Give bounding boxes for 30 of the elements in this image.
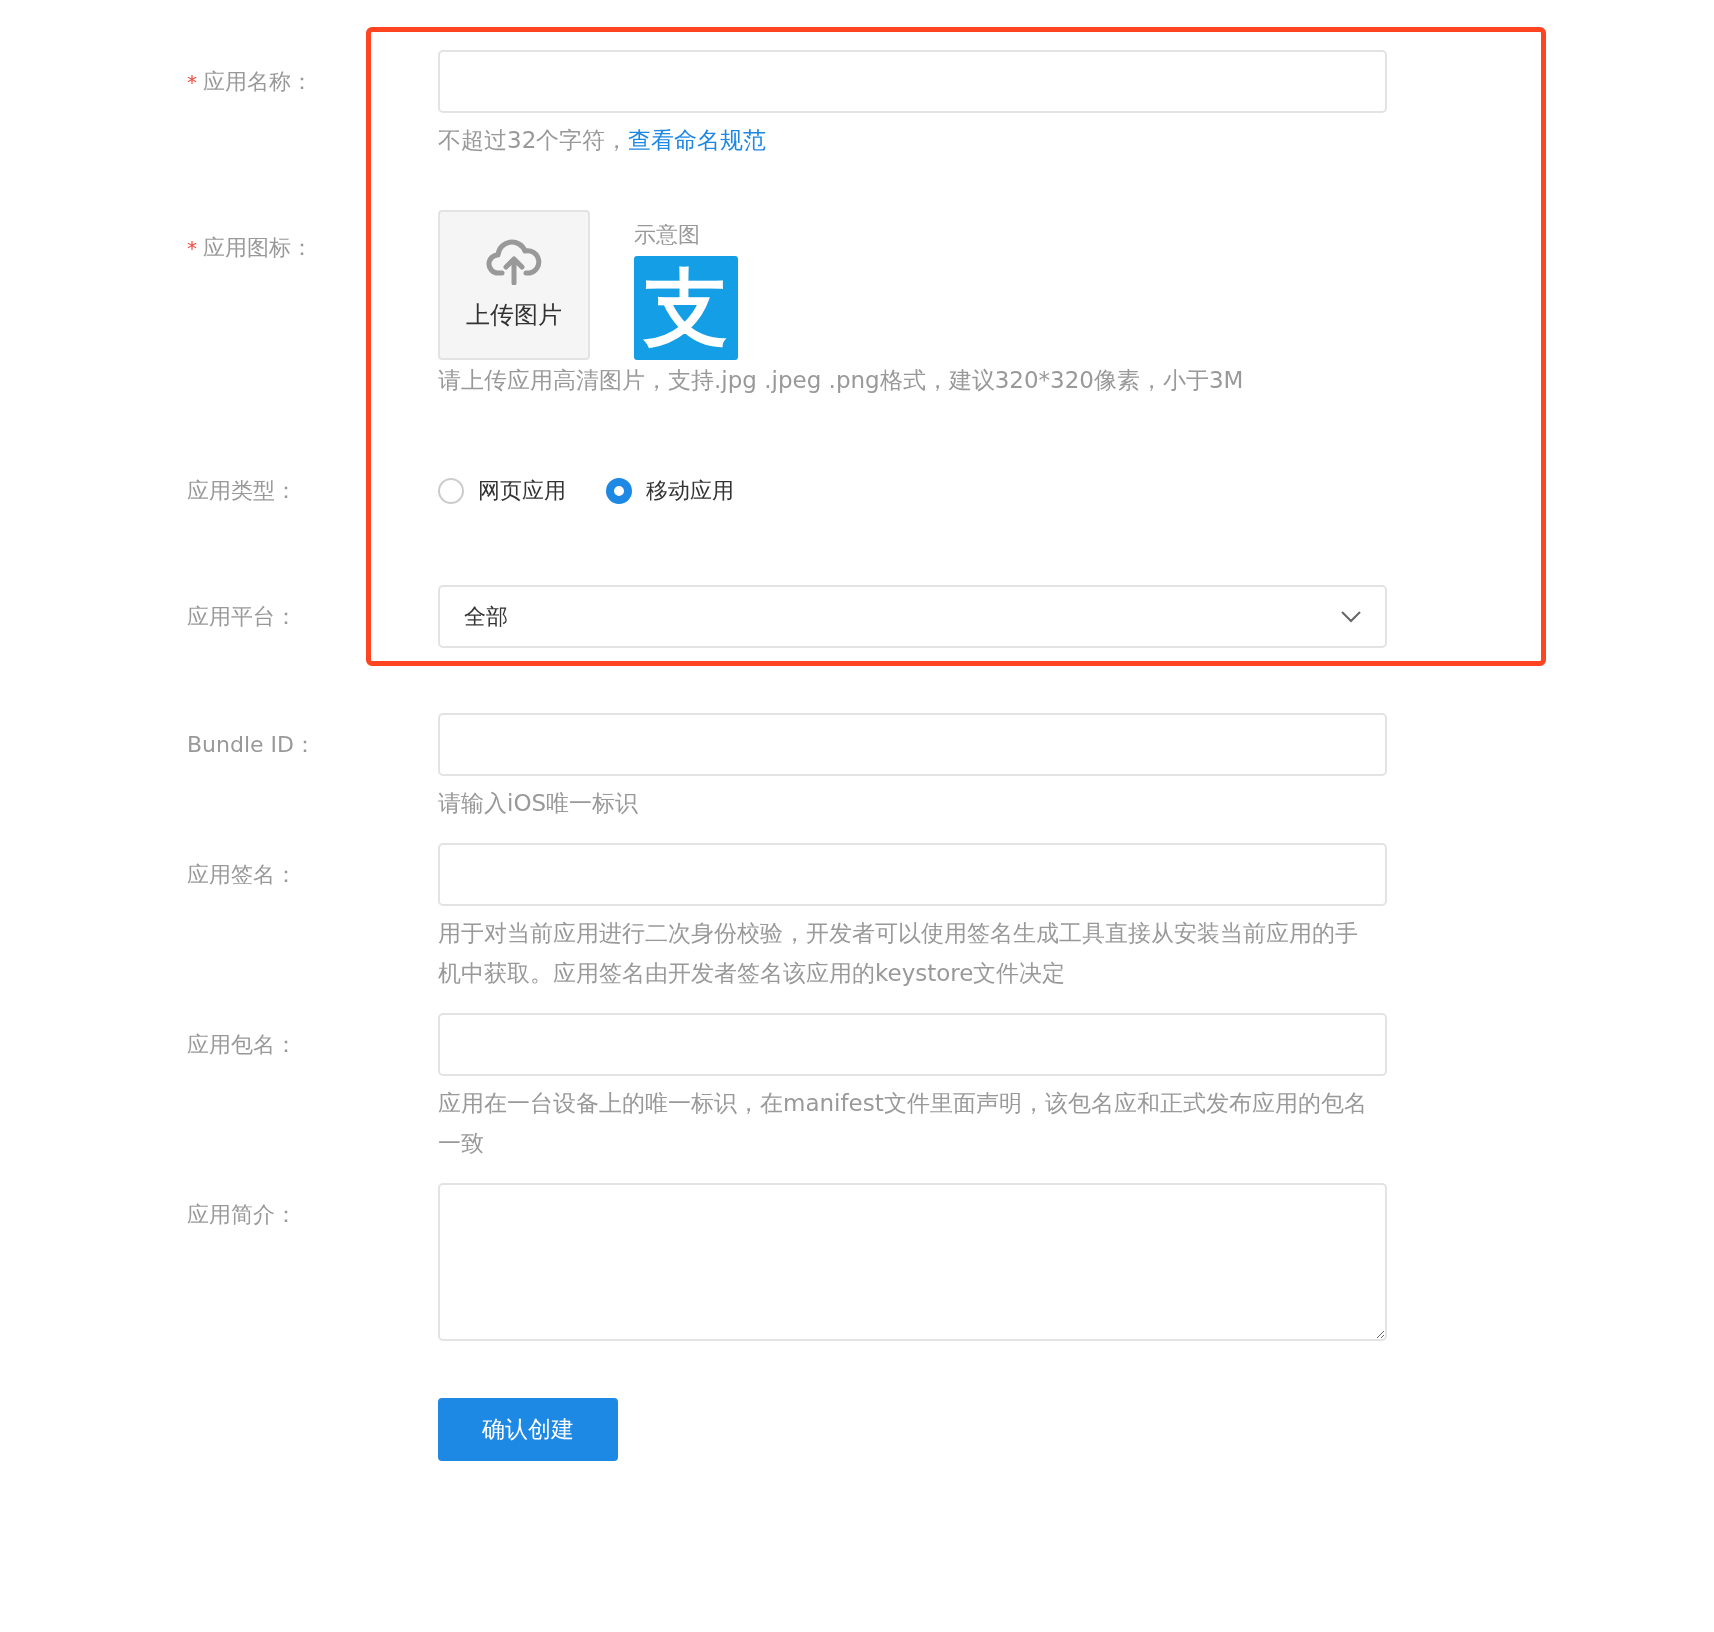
- field-label: * 应用名称：: [187, 68, 314, 96]
- field-label: 应用类型：: [187, 477, 298, 505]
- field-hint: 用于对当前应用进行二次身份校验，开发者可以使用签名生成工具直接从安装当前应用的手机中获取。应用签名由开发者签名该应用的keystore文件决定: [438, 919, 1359, 988]
- text-input[interactable]: [438, 713, 1387, 776]
- radio-option[interactable]: 网页应用: [438, 475, 566, 506]
- field-label: 应用简介：: [187, 1201, 298, 1229]
- field-hint: 不超过32个字符，查看命名规范: [438, 126, 768, 155]
- text-input[interactable]: [438, 843, 1387, 906]
- cloud-upload-icon: [486, 239, 542, 285]
- radio-button[interactable]: [606, 477, 632, 504]
- sample-caption: 示意图: [634, 221, 701, 249]
- text-area[interactable]: [438, 1183, 1387, 1341]
- upload-image-button[interactable]: 上传图片: [438, 210, 590, 360]
- field-hint: 请上传应用高清图片，支持.jpg .jpeg .png格式，建议320*320像素，小于3M: [438, 366, 1245, 395]
- field-label: Bundle ID：: [187, 731, 317, 759]
- field-label: 应用平台：: [187, 603, 298, 631]
- platform-select[interactable]: 全部: [438, 585, 1387, 648]
- field-label: * 应用图标：: [187, 234, 314, 262]
- field-hint: 请输入iOS唯一标识: [438, 789, 640, 818]
- sample-app-logo: 支: [634, 256, 738, 360]
- naming-rules-link[interactable]: 查看命名规范: [628, 127, 767, 153]
- chevron-down-icon: [1341, 610, 1361, 623]
- text-input[interactable]: [438, 50, 1387, 113]
- field-label: 应用包名：: [187, 1031, 298, 1059]
- text-input[interactable]: [438, 1013, 1387, 1076]
- radio-option[interactable]: 移动应用: [606, 475, 734, 506]
- field-hint: 应用在一台设备上的唯一标识，在manifest文件里面声明，该包名应和正式发布应用的包名一致: [438, 1089, 1368, 1158]
- field-label: 应用签名：: [187, 861, 298, 889]
- confirm-create-button[interactable]: 确认创建: [438, 1398, 618, 1461]
- radio-button[interactable]: [438, 477, 464, 504]
